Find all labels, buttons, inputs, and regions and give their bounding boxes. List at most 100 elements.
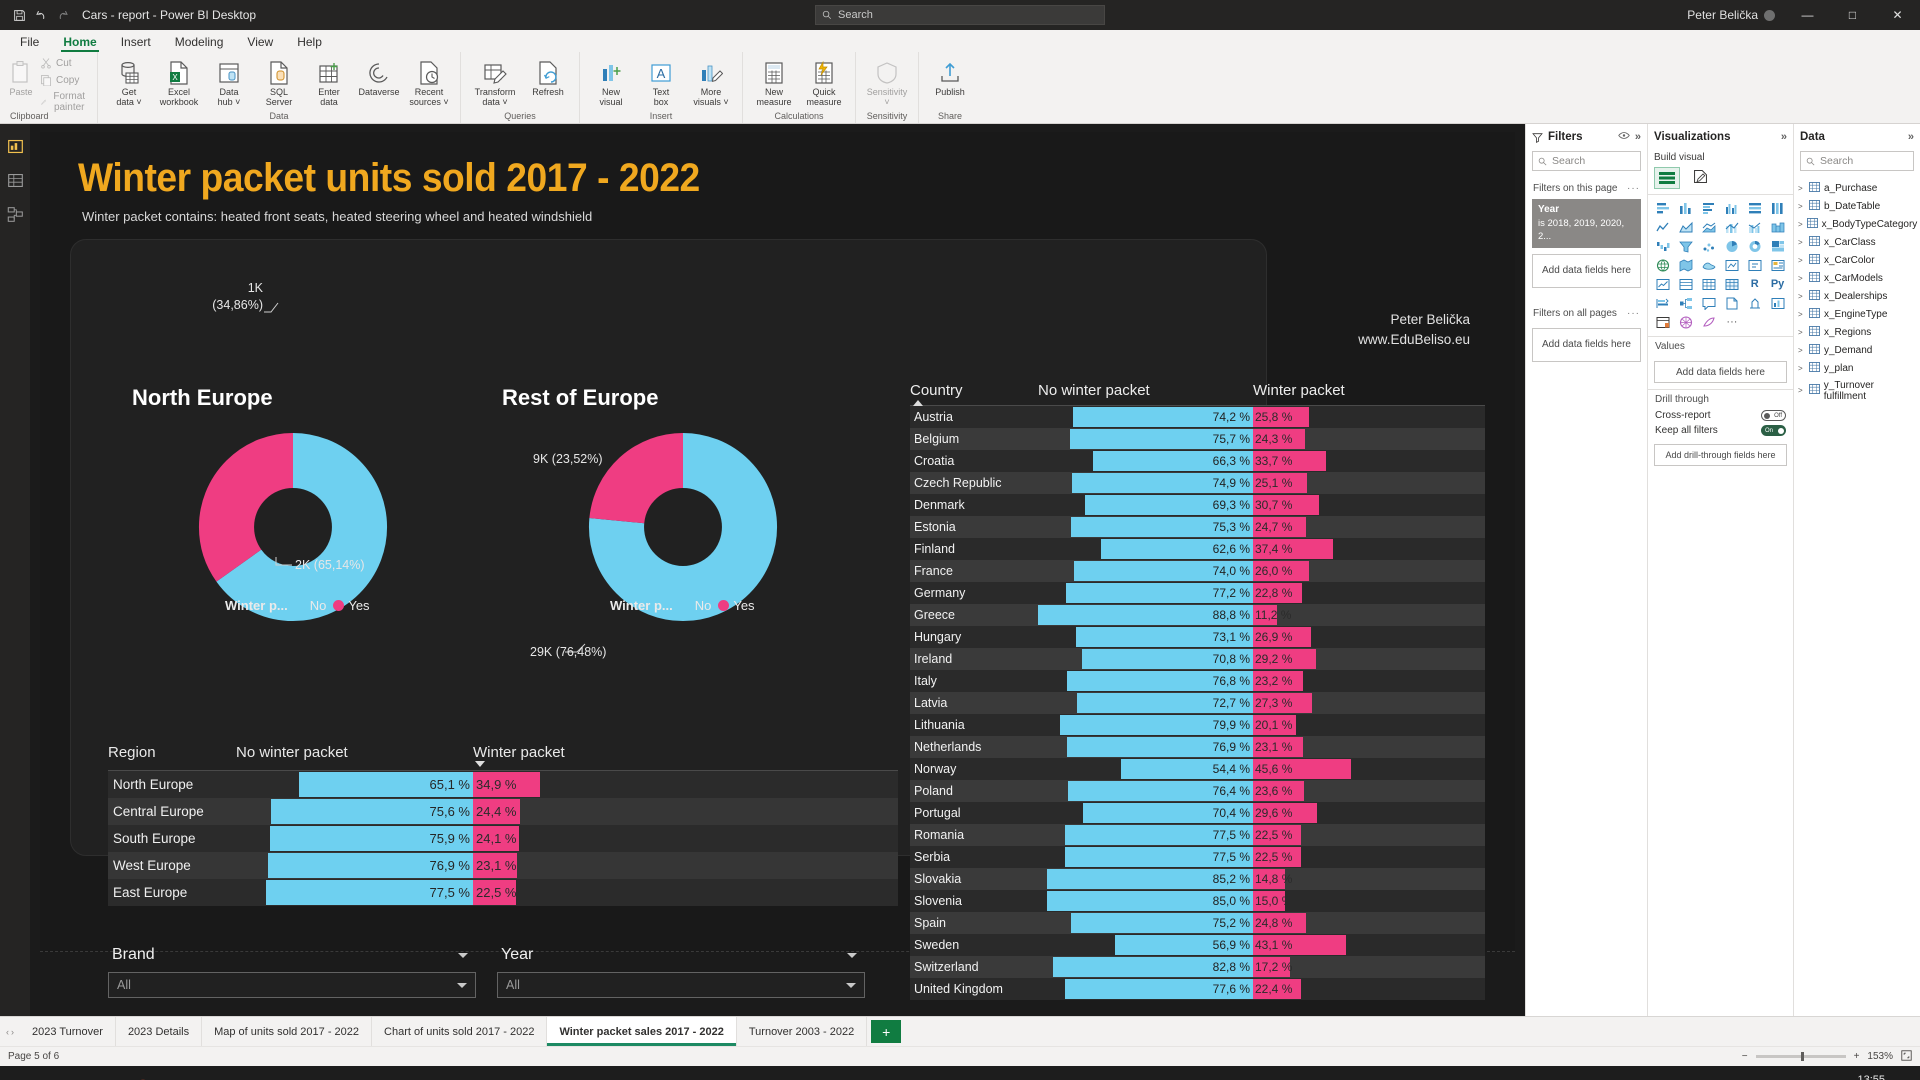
chevron-right-icon[interactable]: >	[1798, 274, 1805, 283]
table-row[interactable]: Hungary 73,1 % 26,9 %	[910, 626, 1485, 648]
donut-chart-icon[interactable]	[1744, 238, 1765, 254]
more-options-icon[interactable]: ···	[1627, 183, 1640, 194]
format-painter-button[interactable]: Format painter	[36, 89, 92, 115]
filled-map-icon[interactable]	[1676, 257, 1697, 273]
data-search-input[interactable]: Search	[1800, 151, 1914, 171]
collapse-pane-icon[interactable]: »	[1781, 131, 1787, 143]
slicer-brand[interactable]: Brand All	[108, 942, 476, 998]
data-table-item[interactable]: > x_CarColor	[1794, 251, 1920, 269]
table-row[interactable]: Croatia 66,3 % 33,7 %	[910, 450, 1485, 472]
slicer-brand-dropdown[interactable]: All	[108, 972, 476, 998]
chevron-right-icon[interactable]: >	[1798, 364, 1805, 373]
new-visual-button[interactable]: New visual	[586, 55, 636, 108]
page-next-icon[interactable]: ›	[11, 1027, 14, 1037]
stacked-area-chart-icon[interactable]	[1699, 219, 1720, 235]
save-icon[interactable]	[8, 4, 30, 26]
data-table-item[interactable]: > x_Regions	[1794, 323, 1920, 341]
table-icon[interactable]	[1699, 276, 1720, 292]
file-explorer-icon[interactable]	[50, 1075, 76, 1080]
country-col-header-no-winter[interactable]: No winter packet	[1038, 382, 1253, 399]
data-table-item[interactable]: > x_Dealerships	[1794, 287, 1920, 305]
page-tab[interactable]: Turnover 2003 - 2022	[736, 1017, 868, 1046]
100-stacked-column-chart-icon[interactable]	[1767, 200, 1788, 216]
ribbon-tab-insert[interactable]: Insert	[109, 33, 163, 52]
ribbon-chart-icon[interactable]	[1767, 219, 1788, 235]
excel-workbook-button[interactable]: X Excel workbook	[154, 55, 204, 108]
import-visual-icon[interactable]	[1699, 314, 1720, 330]
data-table-item[interactable]: > y_plan	[1794, 359, 1920, 377]
collapse-pane-icon[interactable]: »	[1908, 131, 1914, 143]
chevron-down-icon[interactable]	[847, 952, 857, 958]
card-icon[interactable]	[1744, 257, 1765, 273]
minimize-button[interactable]: —	[1785, 0, 1830, 30]
eye-icon[interactable]	[1618, 131, 1630, 143]
table-row[interactable]: Norway 54,4 % 45,6 %	[910, 758, 1485, 780]
region-col-header-region[interactable]: Region	[108, 744, 236, 761]
data-table-item[interactable]: > b_DateTable	[1794, 197, 1920, 215]
country-col-header-country[interactable]: Country	[910, 382, 1038, 406]
smart-narrative-icon[interactable]	[1744, 295, 1765, 311]
table-row[interactable]: North Europe 65,1 % 34,9 %	[108, 771, 898, 798]
more-visuals-button[interactable]: More visuals ˅	[686, 55, 736, 108]
filter-card-year[interactable]: Year is 2018, 2019, 2020, 2...	[1532, 199, 1641, 248]
data-table-item[interactable]: > x_CarModels	[1794, 269, 1920, 287]
recent-sources-button[interactable]: Recent sources ˅	[404, 55, 454, 108]
page-tab[interactable]: Winter packet sales 2017 - 2022	[547, 1017, 737, 1046]
matrix-icon[interactable]	[1722, 276, 1743, 292]
table-row[interactable]: Slovakia 85,2 % 14,8 %	[910, 868, 1485, 890]
table-row[interactable]: East Europe 77,5 % 22,5 %	[108, 879, 898, 906]
metrics-icon[interactable]	[1767, 295, 1788, 311]
table-row[interactable]: Central Europe 75,6 % 24,4 %	[108, 798, 898, 825]
line-chart-icon[interactable]	[1653, 219, 1674, 235]
redo-icon[interactable]	[52, 4, 74, 26]
new-measure-button[interactable]: New measure	[749, 55, 799, 108]
collapse-pane-icon[interactable]: »	[1635, 131, 1641, 143]
publish-button[interactable]: Publish	[925, 55, 975, 98]
table-row[interactable]: Austria 74,2 % 25,8 %	[910, 406, 1485, 428]
close-button[interactable]: ✕	[1875, 0, 1920, 30]
chevron-right-icon[interactable]: >	[1798, 310, 1805, 319]
stacked-column-chart-icon[interactable]	[1676, 200, 1697, 216]
pie-chart-icon[interactable]	[1722, 238, 1743, 254]
get-data-button[interactable]: Get data ˅	[104, 55, 154, 108]
r-script-visual-icon[interactable]: R	[1744, 276, 1765, 292]
table-row[interactable]: Belgium 75,7 % 24,3 %	[910, 428, 1485, 450]
scatter-chart-icon[interactable]	[1699, 238, 1720, 254]
100-stacked-bar-chart-icon[interactable]	[1744, 200, 1765, 216]
python-visual-icon[interactable]: Py	[1767, 276, 1788, 292]
decomposition-tree-icon[interactable]	[1676, 295, 1697, 311]
country-table[interactable]: Country No winter packet Winter packet A…	[910, 382, 1485, 1000]
page-tab[interactable]: 2023 Turnover	[20, 1017, 116, 1046]
start-button-icon[interactable]	[10, 1075, 36, 1080]
ribbon-tab-modeling[interactable]: Modeling	[163, 33, 236, 52]
copy-button[interactable]: Copy	[36, 72, 92, 88]
stacked-bar-chart-icon[interactable]	[1653, 200, 1674, 216]
page-tab[interactable]: Chart of units sold 2017 - 2022	[372, 1017, 548, 1046]
drill-through-dropzone[interactable]: Add drill-through fields here	[1654, 444, 1787, 466]
chevron-right-icon[interactable]: >	[1798, 238, 1805, 247]
table-row[interactable]: Czech Republic 74,9 % 25,1 %	[910, 472, 1485, 494]
legend-label-yes[interactable]: Yes	[733, 598, 754, 613]
page-prev-icon[interactable]: ‹	[6, 1027, 9, 1037]
azure-map-icon[interactable]	[1722, 257, 1743, 273]
waterfall-chart-icon[interactable]	[1653, 238, 1674, 254]
global-search-box[interactable]: Search	[815, 5, 1105, 25]
paginated-report-icon[interactable]	[1722, 295, 1743, 311]
table-row[interactable]: Slovenia 85,0 % 15,0 %	[910, 890, 1485, 912]
chevron-down-icon[interactable]	[458, 952, 468, 958]
region-col-header-no-winter[interactable]: No winter packet	[236, 744, 473, 761]
table-row[interactable]: West Europe 76,9 % 23,1 %	[108, 852, 898, 879]
table-row[interactable]: Germany 77,2 % 22,8 %	[910, 582, 1485, 604]
transform-data-button[interactable]: Transform data ˅	[467, 55, 523, 108]
text-box-button[interactable]: A Text box	[636, 55, 686, 108]
donut-chart-north-europe[interactable]	[198, 432, 388, 622]
data-table-item[interactable]: > x_CarClass	[1794, 233, 1920, 251]
table-row[interactable]: Denmark 69,3 % 30,7 %	[910, 494, 1485, 516]
qna-icon[interactable]	[1699, 295, 1720, 311]
more-options-icon[interactable]: ···	[1627, 308, 1640, 319]
clustered-bar-chart-icon[interactable]	[1699, 200, 1720, 216]
data-table-item[interactable]: > x_EngineType	[1794, 305, 1920, 323]
table-row[interactable]: Poland 76,4 % 23,6 %	[910, 780, 1485, 802]
dataverse-button[interactable]: Dataverse	[354, 55, 404, 98]
undo-icon[interactable]	[30, 4, 52, 26]
